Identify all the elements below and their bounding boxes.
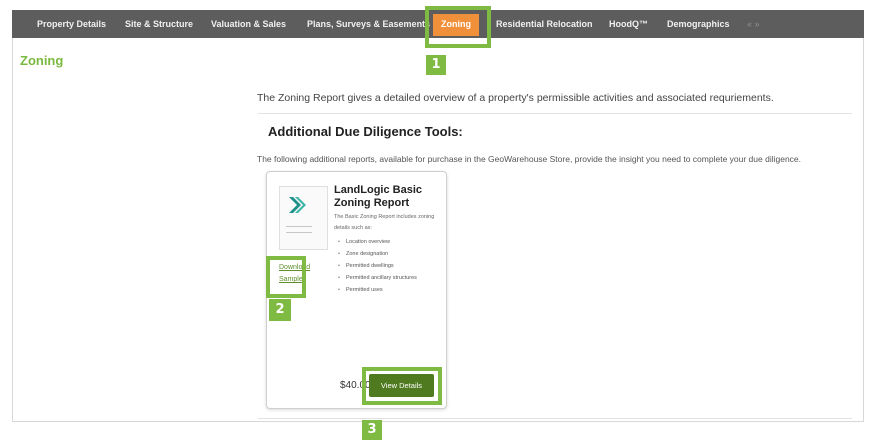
section-title: Additional Due Diligence Tools: — [268, 124, 463, 139]
section-description: The following additional reports, availa… — [257, 154, 802, 164]
card-title: LandLogic Basic Zoning Report — [334, 184, 423, 209]
callout-badge-2: 2 — [269, 299, 291, 321]
divider — [258, 418, 852, 419]
list-item: Zone designation — [338, 248, 417, 260]
zoning-report-intro: The Zoning Report gives a detailed overv… — [257, 92, 774, 104]
card-feature-list: Location overview Zone designation Permi… — [338, 236, 417, 296]
card-description: The Basic Zoning Report includes zoning … — [334, 214, 435, 231]
list-item: Permitted uses — [338, 284, 417, 296]
nav-tab-hoodq[interactable]: HoodQ™ — [609, 10, 648, 38]
report-thumbnail — [279, 186, 328, 250]
nav-tab-residential-relocation[interactable]: Residential Relocation — [496, 10, 593, 38]
top-navigation-bar: Property Details Site & Structure Valuat… — [12, 10, 864, 38]
divider — [258, 113, 852, 114]
nav-tab-zoning[interactable]: Zoning — [433, 14, 479, 36]
page-title: Zoning — [20, 53, 64, 68]
view-details-button[interactable]: View Details — [369, 374, 434, 397]
price: $40.00 — [340, 380, 371, 391]
list-item: Permitted dwellings — [338, 260, 417, 272]
nav-tab-plans-surveys-easements[interactable]: Plans, Surveys & Easements — [307, 10, 430, 38]
page: Property Details Site & Structure Valuat… — [0, 0, 872, 440]
landlogic-logo-icon — [289, 197, 306, 213]
thumbnail-line — [286, 232, 312, 233]
nav-tab-site-structure[interactable]: Site & Structure — [125, 10, 193, 38]
callout-badge-3: 3 — [362, 420, 382, 440]
list-item: Permitted ancillary structures — [338, 272, 417, 284]
nav-tab-demographics[interactable]: Demographics — [667, 10, 730, 38]
nav-scroll-arrows-icon[interactable]: « » — [747, 10, 760, 38]
list-item: Location overview — [338, 236, 417, 248]
thumbnail-line — [286, 226, 312, 227]
nav-tab-property-details[interactable]: Property Details — [37, 10, 106, 38]
nav-tab-valuation-sales[interactable]: Valuation & Sales — [211, 10, 286, 38]
download-sample-link[interactable]: Download Sample — [279, 262, 319, 286]
callout-badge-1: 1 — [426, 55, 446, 75]
